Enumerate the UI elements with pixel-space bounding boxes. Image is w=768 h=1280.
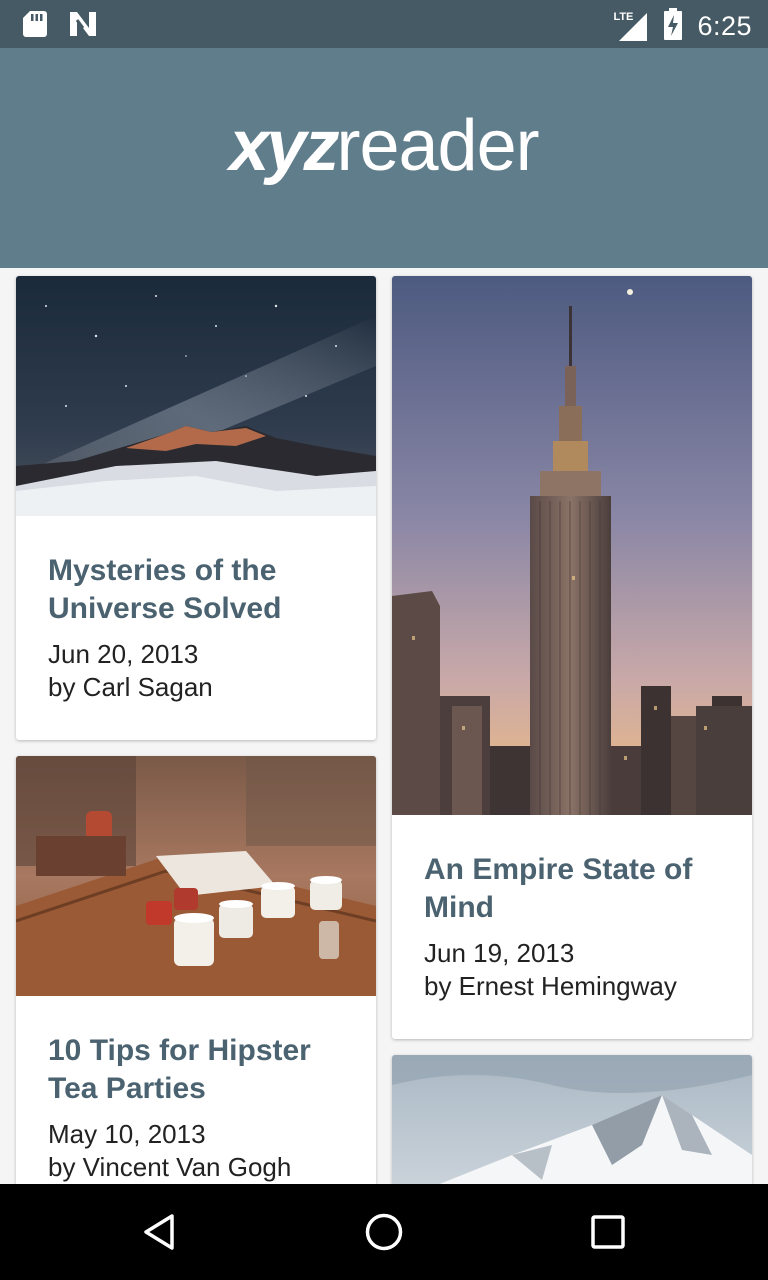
article-thumbnail [16,276,376,516]
article-card[interactable]: Mysteries of the Universe Solved Jun 20,… [16,276,376,740]
article-grid[interactable]: Mysteries of the Universe Solved Jun 20,… [0,268,768,1184]
clock: 6:25 [697,11,752,41]
article-author: by Carl Sagan [48,672,213,702]
article-author: by Ernest Hemingway [424,971,677,1001]
article-thumbnail [16,756,376,996]
article-card[interactable] [392,1055,752,1184]
logo-light-text: reader [336,106,539,186]
app-logo: xyzreader [0,110,768,182]
article-card[interactable]: 10 Tips for Hipster Tea Parties May 10, … [16,756,376,1184]
sd-card-icon [22,10,48,43]
article-date: May 10, 2013 [48,1119,206,1149]
navigation-bar [0,1184,768,1280]
app-bar: xyzreader [0,48,768,268]
article-title: 10 Tips for Hipster Tea Parties [48,1034,311,1105]
article-title: Mysteries of the Universe Solved [48,554,282,625]
network-type: LTE [613,10,634,23]
article-date: Jun 19, 2013 [424,938,575,968]
logo-bold-text: xyz [229,106,339,186]
recents-icon[interactable] [588,1212,628,1252]
article-author: by Vincent Van Gogh [48,1152,292,1182]
article-card[interactable]: An Empire State of Mind Jun 19, 2013 by … [392,276,752,1039]
article-title: An Empire State of Mind [424,853,693,924]
n-notification-icon [68,10,98,43]
back-icon[interactable] [140,1212,180,1252]
article-date: Jun 20, 2013 [48,639,199,669]
status-bar: LTE 6:25 [0,0,768,48]
article-thumbnail [392,1055,752,1184]
battery-charging-icon [663,8,683,45]
home-icon[interactable] [364,1212,404,1252]
article-thumbnail [392,276,752,815]
signal-icon: LTE [613,11,649,43]
